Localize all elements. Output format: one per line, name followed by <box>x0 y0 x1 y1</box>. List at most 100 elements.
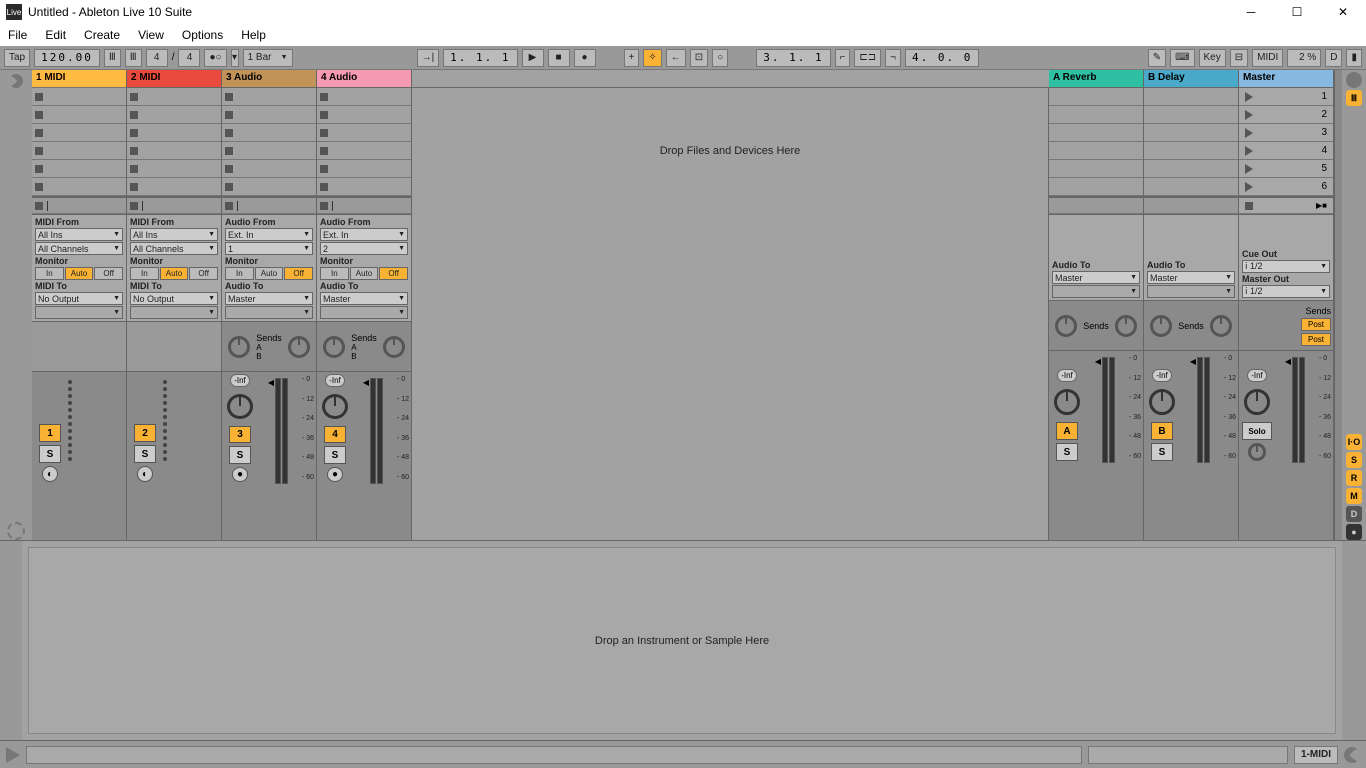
clip-slot[interactable] <box>317 160 411 178</box>
punch-out-button[interactable]: ¬ <box>885 49 901 67</box>
master-header[interactable]: Master <box>1239 70 1333 88</box>
input-channel-select[interactable]: 1 <box>225 242 313 255</box>
browser-toggle-icon[interactable] <box>6 71 26 91</box>
stop-all-slot[interactable] <box>32 196 126 214</box>
monitor-auto-button[interactable]: Auto <box>65 267 94 280</box>
solo-button[interactable]: S <box>39 445 61 463</box>
clip-slot[interactable] <box>32 124 126 142</box>
send-a-knob[interactable] <box>323 336 345 358</box>
monitor-in-button[interactable]: In <box>35 267 64 280</box>
arm-button[interactable]: ◐ <box>42 466 58 482</box>
stop-button[interactable]: ■ <box>548 49 570 67</box>
solo-button[interactable]: S <box>1056 443 1078 461</box>
window-minimize[interactable]: ─ <box>1228 0 1274 24</box>
clip-slot[interactable] <box>32 88 126 106</box>
pan-knob[interactable] <box>1244 389 1270 415</box>
monitor-in-button[interactable]: In <box>225 267 254 280</box>
clip-slot[interactable] <box>32 178 126 196</box>
returns-toggle[interactable]: R <box>1346 470 1362 486</box>
pan-knob[interactable] <box>1149 389 1175 415</box>
detail-toggle-icon[interactable] <box>1341 743 1364 766</box>
menu-create[interactable]: Create <box>84 28 120 42</box>
clip-slot[interactable] <box>222 142 316 160</box>
menu-edit[interactable]: Edit <box>45 28 66 42</box>
arm-button[interactable]: ◐ <box>137 466 153 482</box>
monitor-off-button[interactable]: Off <box>284 267 313 280</box>
track-activator[interactable]: 3 <box>229 426 251 443</box>
overdub-button[interactable]: + <box>624 49 640 67</box>
clip-slot[interactable] <box>317 106 411 124</box>
send-b-knob[interactable] <box>1210 315 1232 337</box>
stop-all-scenes[interactable]: ▶■ <box>1239 196 1333 214</box>
solo-button[interactable]: S <box>1151 443 1173 461</box>
metronome-menu[interactable]: ▾ <box>231 49 239 67</box>
clip-slot[interactable] <box>127 88 221 106</box>
crossfade-toggle[interactable]: ● <box>1346 524 1362 540</box>
time-sig-num[interactable]: 4 <box>146 49 168 67</box>
play-button[interactable]: ▶ <box>522 49 544 67</box>
volume-meter[interactable]: ◀ <box>353 374 393 484</box>
return-output-select[interactable]: Master <box>1052 271 1140 284</box>
send-b-knob[interactable] <box>288 336 310 358</box>
solo-button[interactable]: S <box>229 446 251 463</box>
output-select[interactable]: Master <box>225 292 313 305</box>
pan-knob[interactable] <box>227 394 253 419</box>
metronome-button[interactable]: ●○ <box>204 49 226 67</box>
scene-slot[interactable]: 3 <box>1239 124 1333 142</box>
tap-tempo-button[interactable]: Tap <box>4 49 30 67</box>
record-button[interactable]: ● <box>574 49 596 67</box>
follow-button[interactable]: →| <box>417 49 440 67</box>
clip-slot[interactable] <box>222 88 316 106</box>
send-b-knob[interactable] <box>383 336 405 358</box>
input-type-select[interactable]: All Ins <box>35 228 123 241</box>
clip-slot[interactable] <box>32 142 126 160</box>
track-activator[interactable]: 4 <box>324 426 346 443</box>
clip-slot[interactable] <box>222 124 316 142</box>
status-track-display[interactable]: 1-MIDI <box>1294 746 1338 764</box>
mixer-toggle[interactable]: M <box>1346 488 1362 504</box>
pan-knob[interactable] <box>1054 389 1080 415</box>
overload-indicator[interactable]: D <box>1325 49 1342 67</box>
clip-slot[interactable] <box>32 106 126 124</box>
vertical-scrollbar[interactable] <box>1334 70 1342 540</box>
draw-mode-button[interactable]: ✎ <box>1148 49 1166 67</box>
stop-all-slot[interactable] <box>317 196 411 214</box>
post-button[interactable]: Post <box>1301 333 1331 346</box>
track-header[interactable]: 3 Audio <box>222 70 316 88</box>
clip-slot[interactable] <box>317 124 411 142</box>
loop-start[interactable]: 3. 1. 1 <box>756 49 830 67</box>
send-a-knob[interactable] <box>1055 315 1077 337</box>
clip-slot[interactable] <box>222 178 316 196</box>
loop-button[interactable]: ⊏⊐ <box>854 49 881 67</box>
monitor-off-button[interactable]: Off <box>94 267 123 280</box>
clip-slot[interactable] <box>317 88 411 106</box>
track-activator[interactable]: B <box>1151 422 1173 440</box>
track-header[interactable]: 1 MIDI <box>32 70 126 88</box>
midi-map-button[interactable]: MIDI <box>1252 49 1283 67</box>
clip-slot[interactable] <box>32 160 126 178</box>
send-a-knob[interactable] <box>1150 315 1172 337</box>
track-activator[interactable]: 2 <box>134 424 156 442</box>
input-type-select[interactable]: Ext. In <box>320 228 408 241</box>
cue-volume-knob[interactable] <box>1248 443 1266 461</box>
time-sig-den[interactable]: 4 <box>178 49 200 67</box>
monitor-auto-button[interactable]: Auto <box>255 267 284 280</box>
send-b-knob[interactable] <box>1115 315 1137 337</box>
monitor-in-button[interactable]: In <box>320 267 349 280</box>
track-activator[interactable]: A <box>1056 422 1078 440</box>
tempo-field[interactable]: 120.00 <box>34 49 100 67</box>
clip-slot[interactable] <box>127 106 221 124</box>
reenable-automation-button[interactable]: ← <box>666 49 686 67</box>
monitor-off-button[interactable]: Off <box>189 267 218 280</box>
output-channel-select[interactable] <box>130 306 218 319</box>
clip-slot[interactable] <box>127 124 221 142</box>
clip-slot[interactable] <box>127 178 221 196</box>
stop-all-slot[interactable] <box>127 196 221 214</box>
status-selector-1[interactable] <box>26 746 1082 764</box>
status-selector-2[interactable] <box>1088 746 1288 764</box>
scene-slot[interactable]: 6 <box>1239 178 1333 196</box>
clip-slot[interactable] <box>127 160 221 178</box>
drop-instrument-area[interactable]: Drop an Instrument or Sample Here <box>28 547 1336 734</box>
menu-file[interactable]: File <box>8 28 27 42</box>
post-button[interactable]: Post <box>1301 318 1331 331</box>
